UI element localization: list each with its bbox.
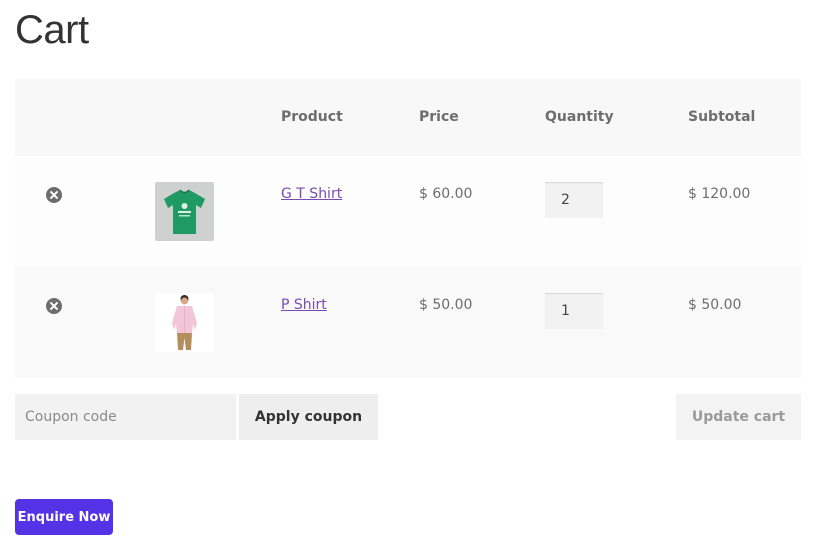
enquire-now-button[interactable]: Enquire Now xyxy=(15,499,113,535)
header-quantity: Quantity xyxy=(545,109,614,125)
quantity-input[interactable] xyxy=(545,293,603,329)
product-price: $ 60.00 xyxy=(419,186,473,202)
product-link[interactable]: P Shirt xyxy=(281,297,327,313)
table-header: Product Price Quantity Subtotal xyxy=(15,79,801,156)
remove-item-icon[interactable] xyxy=(46,298,62,314)
remove-item-icon[interactable] xyxy=(46,187,62,203)
header-product: Product xyxy=(281,109,343,125)
product-subtotal: $ 120.00 xyxy=(688,186,751,202)
pink-shirt-model-image[interactable] xyxy=(155,293,214,352)
apply-coupon-button[interactable]: Apply coupon xyxy=(239,394,378,440)
quantity-input[interactable] xyxy=(545,182,603,218)
update-cart-button[interactable]: Update cart xyxy=(676,394,801,440)
coupon-code-input[interactable] xyxy=(15,394,236,440)
table-row: G T Shirt $ 60.00 $ 120.00 xyxy=(15,156,801,267)
product-link[interactable]: G T Shirt xyxy=(281,186,342,202)
header-price: Price xyxy=(419,109,459,125)
page-title: Cart xyxy=(15,8,89,52)
product-subtotal: $ 50.00 xyxy=(688,297,742,313)
table-row: P Shirt $ 50.00 $ 50.00 xyxy=(15,267,801,378)
cart-table: Product Price Quantity Subtotal G T Shir… xyxy=(15,79,801,378)
header-subtotal: Subtotal xyxy=(688,109,756,125)
product-price: $ 50.00 xyxy=(419,297,473,313)
green-tshirt-image[interactable] xyxy=(155,182,214,241)
